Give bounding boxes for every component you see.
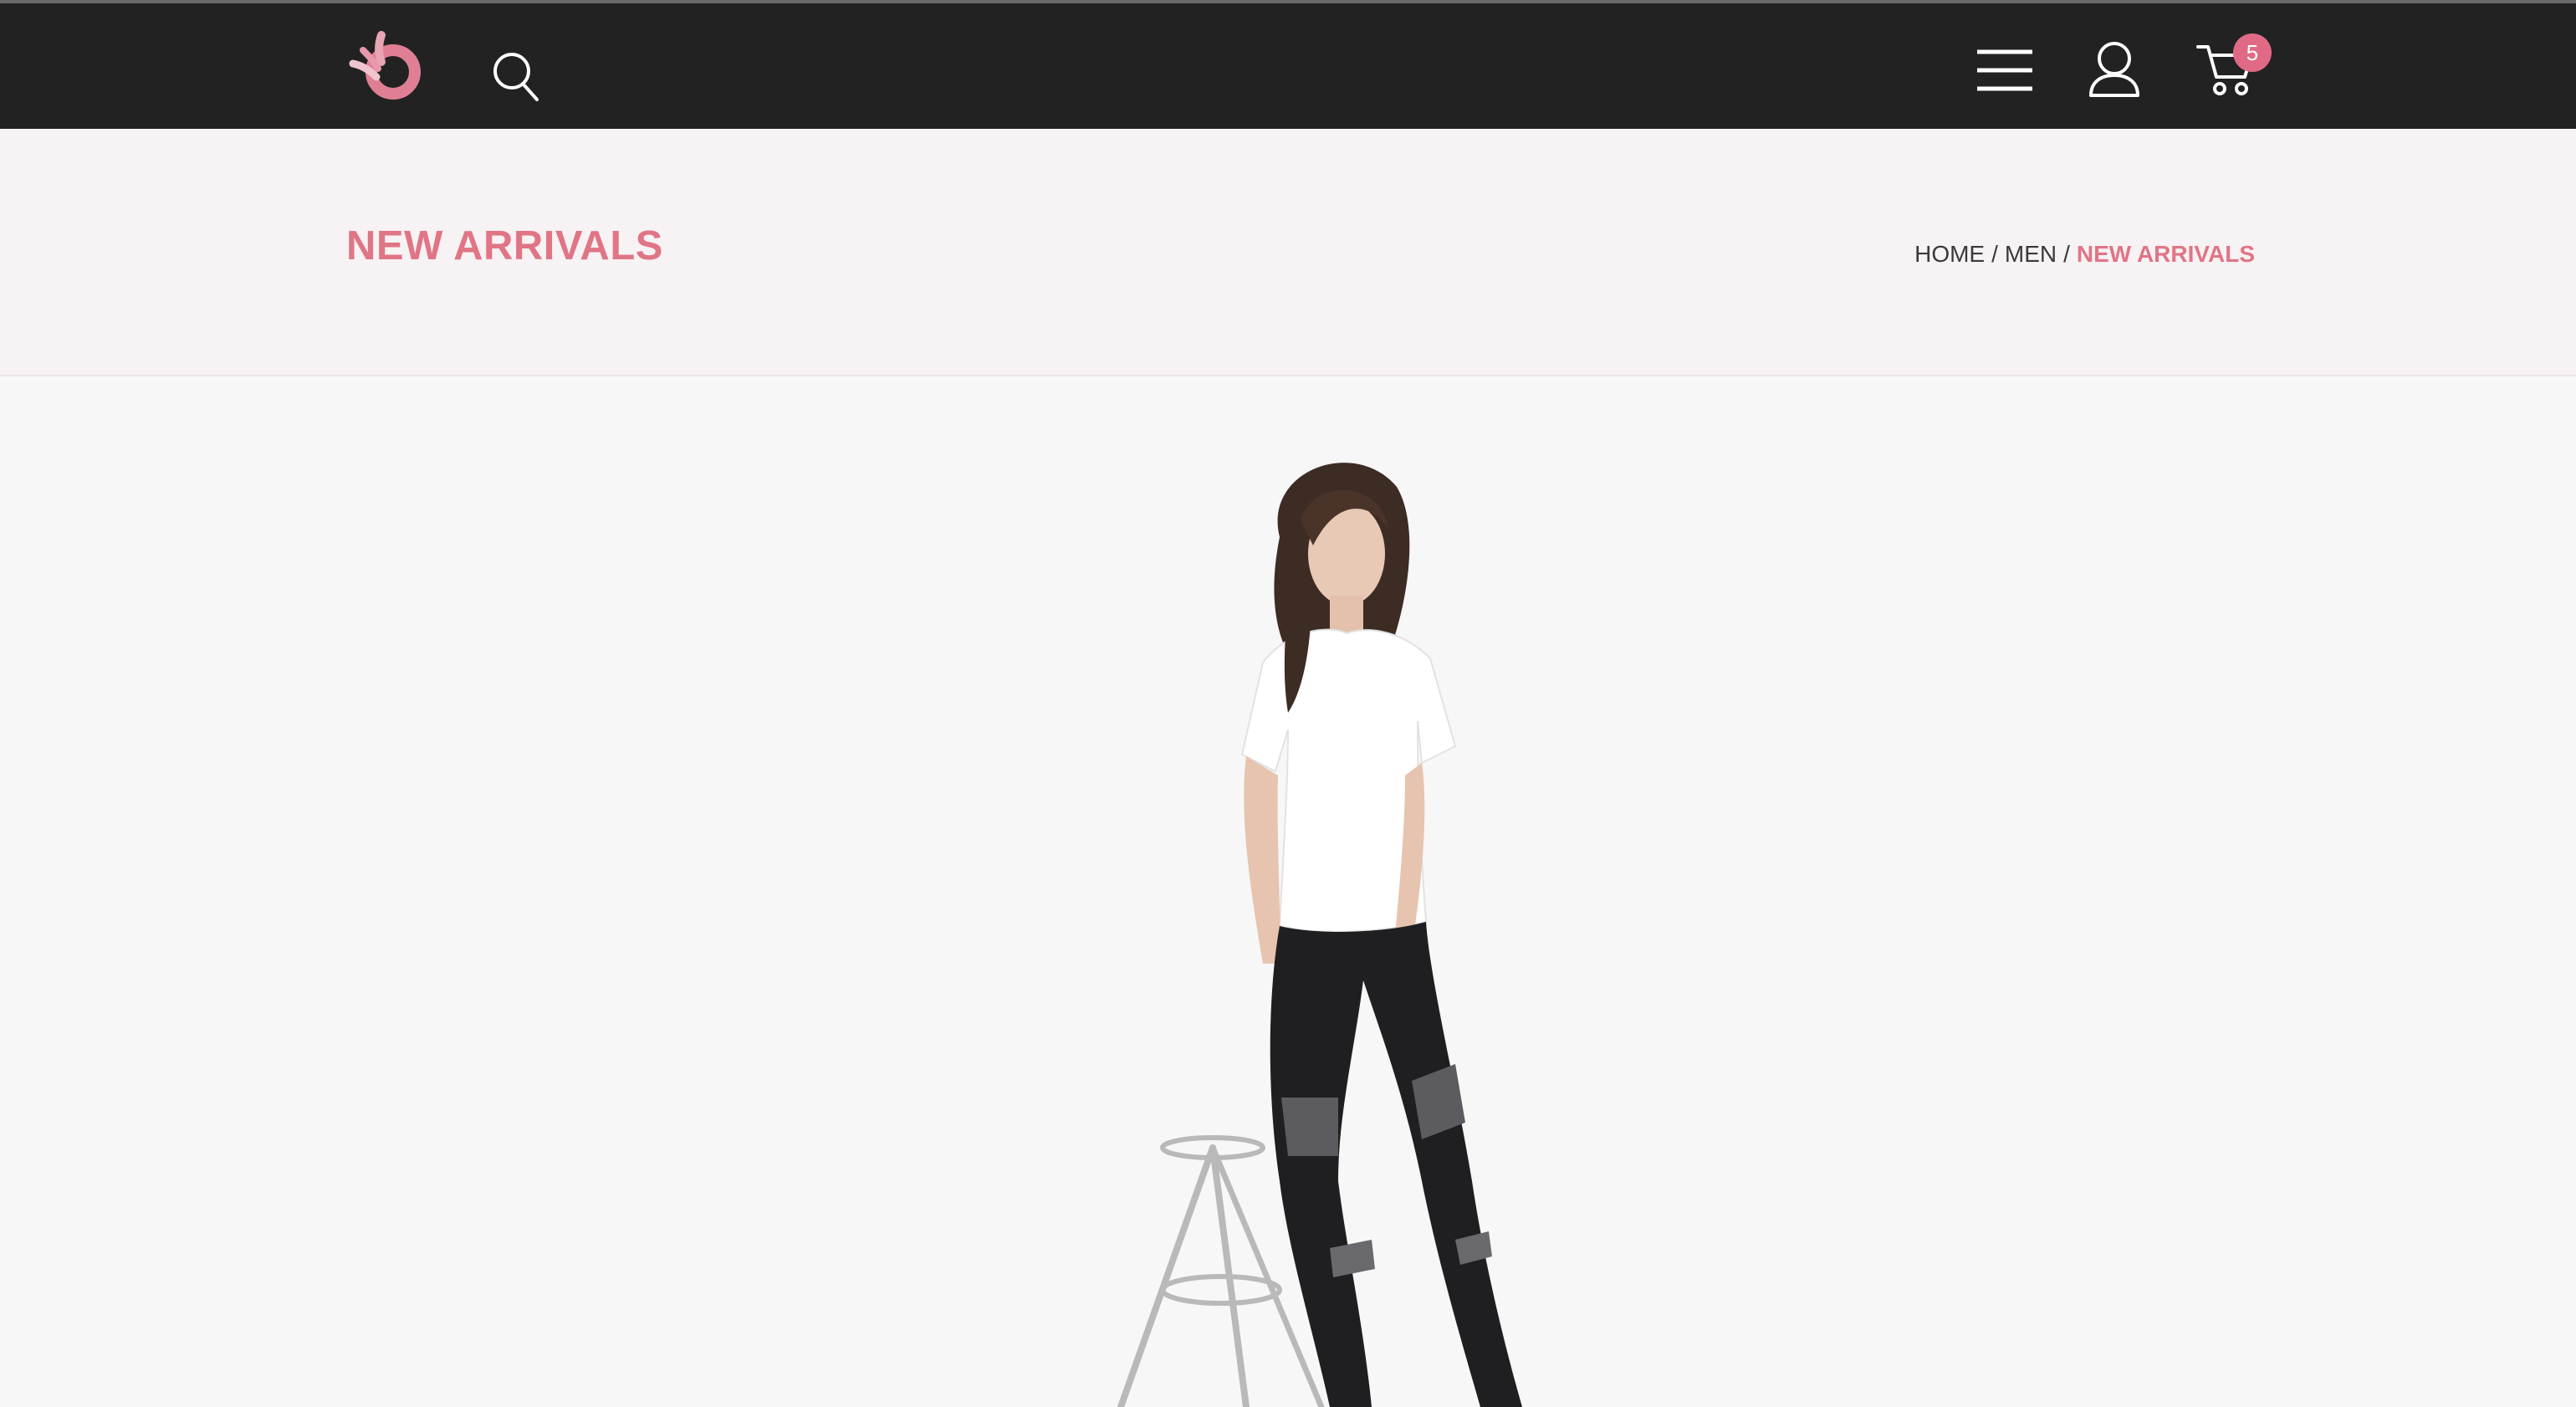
cart-button[interactable]: 5	[2196, 33, 2272, 100]
breadcrumb: HOME / MEN / NEW ARRIVALS	[1914, 241, 2255, 268]
site-header: 5	[0, 3, 2576, 129]
breadcrumb-current: NEW ARRIVALS	[2076, 241, 2255, 267]
breadcrumb-home-link[interactable]: HOME	[1914, 241, 1985, 267]
search-icon[interactable]	[490, 49, 540, 103]
breadcrumb-separator: /	[2063, 241, 2070, 267]
hamburger-menu-icon[interactable]	[1975, 47, 2034, 94]
product-image-area	[0, 378, 2576, 1407]
user-icon[interactable]	[2088, 40, 2141, 97]
brand-logo[interactable]	[345, 28, 428, 105]
page-hero: NEW ARRIVALS HOME / MEN / NEW ARRIVALS	[0, 129, 2576, 376]
product-model-image[interactable]	[1087, 445, 1589, 1407]
cart-count-badge: 5	[2233, 33, 2272, 72]
page-title: NEW ARRIVALS	[346, 223, 663, 269]
breadcrumb-men-link[interactable]: MEN	[2005, 241, 2057, 267]
breadcrumb-separator: /	[1991, 241, 1998, 267]
